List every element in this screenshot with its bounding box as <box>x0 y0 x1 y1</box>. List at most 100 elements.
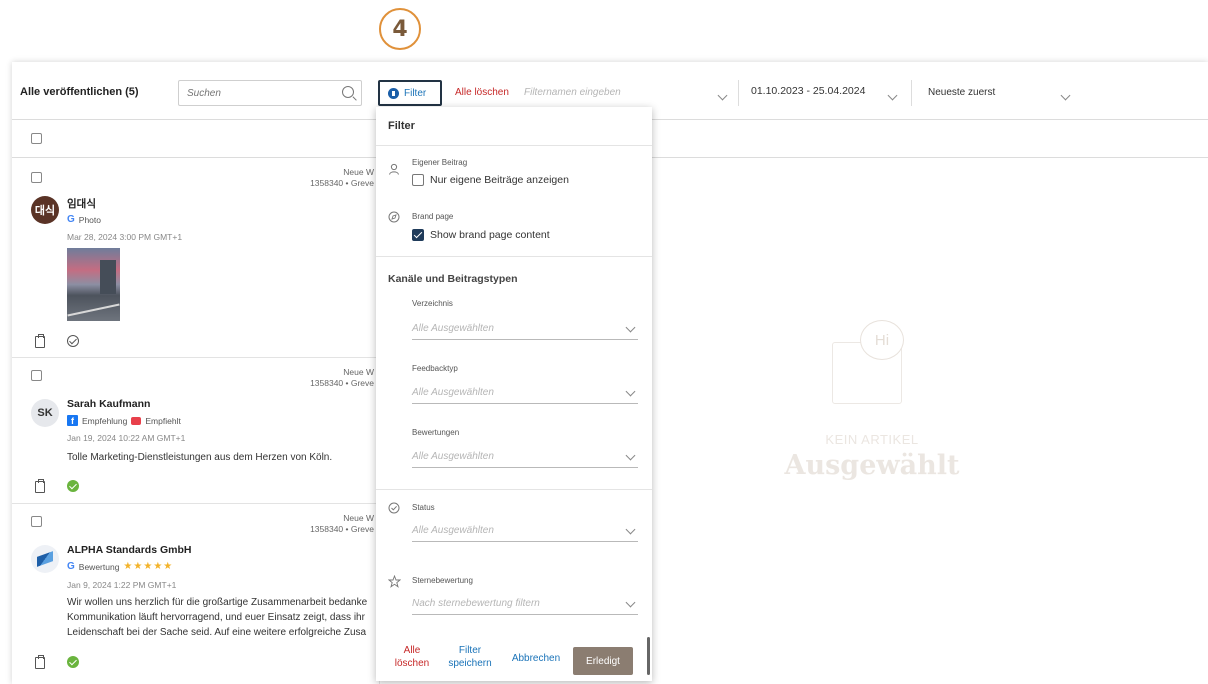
directory-select[interactable]: Alle Ausgewählten <box>412 318 638 340</box>
clear-all-link[interactable]: Alle löschen <box>455 87 509 98</box>
panel-clear-all-label-line2: löschen <box>394 658 430 669</box>
cancel-button[interactable]: Abbrechen <box>508 652 564 665</box>
list-item[interactable]: Neue W 1358340 • Greve ALPHA Standards G… <box>12 504 379 684</box>
divider <box>376 256 652 257</box>
status-select[interactable]: Alle Ausgewählten <box>412 520 638 542</box>
empty-state-subtitle: KEIN ARTIKEL <box>825 432 919 447</box>
post-location: 1358340 • Greve <box>310 524 374 534</box>
chevron-down-icon <box>887 90 898 101</box>
own-posts-option-label: Nur eigene Beiträge anzeigen <box>430 174 569 186</box>
step-number-badge: 4 <box>379 8 421 50</box>
status-value: Alle Ausgewählten <box>412 525 494 536</box>
recommend-icon <box>131 416 142 425</box>
post-status-label: Neue W <box>343 513 374 523</box>
chevron-down-icon <box>717 90 728 101</box>
divider <box>376 145 652 146</box>
select-all-checkbox[interactable] <box>31 133 42 144</box>
directory-value: Alle Ausgewählten <box>412 323 494 334</box>
brand-page-checkbox[interactable] <box>412 229 424 241</box>
panel-scrollbar[interactable] <box>647 637 650 675</box>
chevron-down-icon <box>625 450 636 461</box>
chevron-down-icon <box>625 322 636 333</box>
clipboard-icon[interactable] <box>35 334 45 348</box>
brand-page-checkbox-row[interactable]: Show brand page content <box>412 229 550 241</box>
feedback-type-select[interactable]: Alle Ausgewählten <box>412 382 638 404</box>
post-location: 1358340 • Greve <box>310 378 374 388</box>
sort-select[interactable]: Neueste zuerst <box>928 87 995 98</box>
avatar: 대식 <box>31 196 59 224</box>
divider <box>911 80 912 106</box>
chevron-down-icon <box>1060 90 1071 101</box>
source-label: Empfehlung <box>82 415 128 426</box>
post-text-line: Wir wollen uns herzlich für die großarti… <box>67 597 368 608</box>
search-box[interactable] <box>178 80 362 106</box>
post-checkbox[interactable] <box>31 516 42 527</box>
post-list: Neue W 1358340 • Greve 대식 임대식 G Photo Ma… <box>12 158 380 684</box>
source-label: Photo <box>78 214 101 225</box>
star-rating-select[interactable]: Nach sternebewertung filtern <box>412 593 638 615</box>
clipboard-icon[interactable] <box>35 479 45 493</box>
search-icon[interactable] <box>342 86 354 98</box>
divider <box>738 80 739 106</box>
company-logo-icon <box>37 551 53 567</box>
page-title: Alle veröffentlichen (5) <box>20 86 139 98</box>
ratings-label: Bewertungen <box>412 428 460 437</box>
panel-clear-all-button[interactable]: Alle löschen <box>392 644 432 670</box>
post-source: G Bewertung ★★★★★ <box>67 561 173 572</box>
star-rating-placeholder: Nach sternebewertung filtern <box>412 598 540 609</box>
post-date: Jan 19, 2024 10:22 AM GMT+1 <box>67 433 186 443</box>
save-filter-button[interactable]: Filter speichern <box>436 644 504 670</box>
list-item[interactable]: Neue W 1358340 • Greve SK Sarah Kaufmann… <box>12 358 379 504</box>
filter-button[interactable]: Filter <box>378 80 442 106</box>
post-checkbox[interactable] <box>31 172 42 183</box>
chevron-down-icon <box>625 386 636 397</box>
source-label: Bewertung <box>78 561 120 572</box>
directory-label: Verzeichnis <box>412 299 453 308</box>
ratings-select[interactable]: Alle Ausgewählten <box>412 446 638 468</box>
chevron-down-icon <box>625 597 636 608</box>
compass-icon <box>388 211 400 223</box>
empty-state-title: Ausgewählt <box>784 450 960 481</box>
filter-panel-title: Filter <box>388 120 415 132</box>
filter-name-dropdown-toggle[interactable] <box>717 86 728 104</box>
star-rating-label: Sternebewertung <box>412 576 473 585</box>
post-photo[interactable] <box>67 248 120 321</box>
chevron-down-icon <box>625 524 636 535</box>
author-name: ALPHA Standards GmbH <box>67 544 192 556</box>
check-circle-icon <box>388 502 400 514</box>
own-posts-checkbox[interactable] <box>412 174 424 186</box>
done-button[interactable]: Erledigt <box>573 647 633 675</box>
hi-illustration-icon: Hi <box>810 312 930 422</box>
google-icon: G <box>67 214 75 225</box>
avatar <box>31 545 59 573</box>
clipboard-icon[interactable] <box>35 655 45 669</box>
post-text-line: Leidenschaft bei der Sache seid. Auf ein… <box>67 627 367 638</box>
date-range-picker[interactable]: 01.10.2023 - 25.04.2024 <box>751 85 865 97</box>
post-meta: Neue W 1358340 • Greve <box>310 513 374 535</box>
filter-name-input[interactable]: Filternamen eingeben <box>524 87 621 98</box>
panel-clear-all-label-line1: Alle <box>403 645 421 656</box>
google-icon: G <box>67 561 75 572</box>
search-input[interactable] <box>179 81 329 105</box>
author-name: Sarah Kaufmann <box>67 398 151 410</box>
filter-panel: Filter Eigener Beitrag Nur eigene Beiträ… <box>376 107 652 681</box>
check-circle-filled-icon[interactable] <box>67 480 79 492</box>
brand-page-option-label: Show brand page content <box>430 229 550 241</box>
post-status-label: Neue W <box>343 167 374 177</box>
list-item[interactable]: Neue W 1358340 • Greve 대식 임대식 G Photo Ma… <box>12 158 379 358</box>
hi-bubble: Hi <box>860 320 904 360</box>
post-meta: Neue W 1358340 • Greve <box>310 167 374 189</box>
avatar: SK <box>31 399 59 427</box>
check-circle-filled-icon[interactable] <box>67 656 79 668</box>
own-post-label: Eigener Beitrag <box>412 158 468 167</box>
sort-dropdown-toggle[interactable] <box>1060 86 1071 104</box>
own-posts-checkbox-row[interactable]: Nur eigene Beiträge anzeigen <box>412 174 569 186</box>
post-meta: Neue W 1358340 • Greve <box>310 367 374 389</box>
rating-stars: ★★★★★ <box>123 561 174 572</box>
post-checkbox[interactable] <box>31 370 42 381</box>
date-range-dropdown-toggle[interactable] <box>887 86 898 104</box>
post-source: G Photo <box>67 214 101 225</box>
post-date: Mar 28, 2024 3:00 PM GMT+1 <box>67 232 183 242</box>
channels-section-title: Kanäle und Beitragstypen <box>388 273 518 285</box>
check-circle-icon[interactable] <box>67 335 79 347</box>
